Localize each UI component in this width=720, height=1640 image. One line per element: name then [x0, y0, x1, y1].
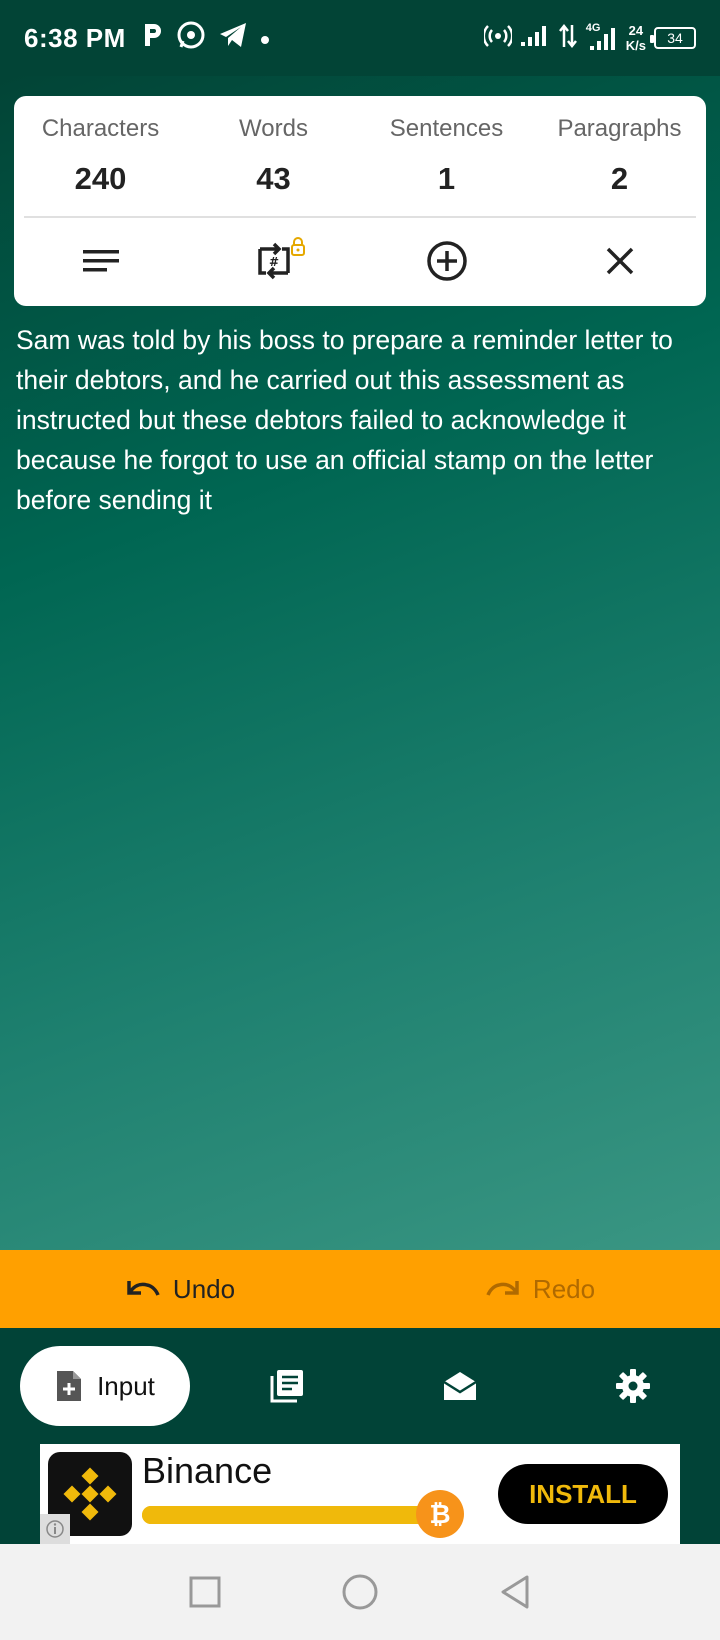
stat-value: 43	[256, 161, 291, 196]
stat-value: 240	[74, 161, 127, 196]
home-circle-icon[interactable]	[341, 1573, 379, 1611]
whatsapp-icon	[176, 20, 206, 57]
ad-title: Binance	[142, 1450, 273, 1491]
add-document-icon	[57, 1371, 82, 1401]
system-nav-bar	[0, 1544, 720, 1640]
add-button[interactable]	[360, 218, 533, 304]
stat-value: 1	[437, 161, 456, 196]
battery-level: 34	[667, 30, 683, 46]
stat-label: Characters	[41, 115, 160, 142]
bottom-nav: Input	[0, 1328, 720, 1444]
tools-row: #	[14, 218, 706, 304]
data-transfer-icon	[558, 23, 578, 54]
undo-label: Undo	[172, 1273, 236, 1304]
nav-mail[interactable]	[373, 1328, 546, 1444]
close-icon	[606, 247, 633, 275]
stat-label: Sentences	[389, 115, 504, 142]
stat-label: Paragraphs	[557, 115, 682, 142]
redo-label: Redo	[532, 1273, 596, 1304]
nav-input-label: Input	[97, 1370, 155, 1401]
redo-icon	[486, 1281, 519, 1296]
notification-icons	[142, 20, 270, 57]
stats-row: Characters 240 Words 43 Sentences 1 Para…	[14, 96, 706, 216]
redo-button[interactable]: Redo	[360, 1250, 720, 1328]
details-button[interactable]	[14, 218, 187, 304]
signal-4g-icon: 4G	[586, 22, 618, 52]
undo-icon	[127, 1281, 160, 1296]
telegram-icon	[218, 21, 248, 56]
network-speed-value: 24	[628, 23, 644, 38]
stat-sentences: Sentences 1	[360, 96, 533, 216]
refresh-hash-icon: #	[257, 242, 290, 280]
stats-card: Characters 240 Words 43 Sentences 1 Para…	[14, 96, 706, 306]
back-triangle-icon[interactable]	[499, 1574, 531, 1610]
gear-icon	[616, 1369, 651, 1403]
stat-label: Words	[239, 115, 308, 142]
hotspot-icon	[482, 24, 514, 53]
ad-progress-bar	[142, 1506, 432, 1524]
install-button[interactable]: INSTALL	[498, 1464, 668, 1524]
hash-glyph: #	[268, 255, 278, 269]
nav-library[interactable]	[200, 1328, 373, 1444]
more-notifications-dot-icon	[260, 24, 270, 52]
clear-button[interactable]	[533, 218, 706, 304]
network-speed: 24 K/s	[626, 23, 646, 53]
stat-paragraphs: Paragraphs 2	[533, 96, 706, 216]
network-speed-unit: K/s	[625, 38, 646, 53]
signal-icon	[520, 24, 550, 53]
stat-characters: Characters 240	[14, 96, 187, 216]
stat-words: Words 43	[187, 96, 360, 216]
hashtag-counter-button[interactable]: #	[187, 218, 360, 304]
nav-input-pill[interactable]: Input	[20, 1346, 190, 1426]
lock-icon	[290, 237, 305, 256]
parking-app-icon	[142, 22, 164, 55]
undo-button[interactable]: Undo	[0, 1250, 360, 1328]
text-editor[interactable]: Sam was told by his boss to prepare a re…	[16, 320, 706, 520]
text-lines-icon	[82, 250, 119, 272]
ad-progress-fill	[142, 1506, 432, 1524]
plus-circle-icon	[426, 241, 467, 281]
recents-square-icon[interactable]	[189, 1576, 221, 1608]
undo-redo-bar: Undo Redo	[0, 1250, 720, 1328]
battery-icon: 34	[650, 27, 696, 49]
status-time: 6:38 PM	[24, 22, 126, 53]
ad-banner[interactable]: Binance ₿ INSTALL	[40, 1444, 680, 1544]
ad-info-icon[interactable]	[40, 1514, 70, 1544]
bitcoin-icon: ₿	[416, 1490, 464, 1538]
system-status-icons: 4G 24 K/s 34	[482, 22, 696, 54]
nav-input[interactable]: Input	[0, 1328, 200, 1444]
status-bar: 6:38 PM 4G 24 K/s 34	[0, 0, 720, 76]
library-icon	[270, 1370, 303, 1403]
stat-value: 2	[610, 161, 629, 196]
open-envelope-icon	[443, 1372, 477, 1400]
nav-settings[interactable]	[547, 1328, 720, 1444]
